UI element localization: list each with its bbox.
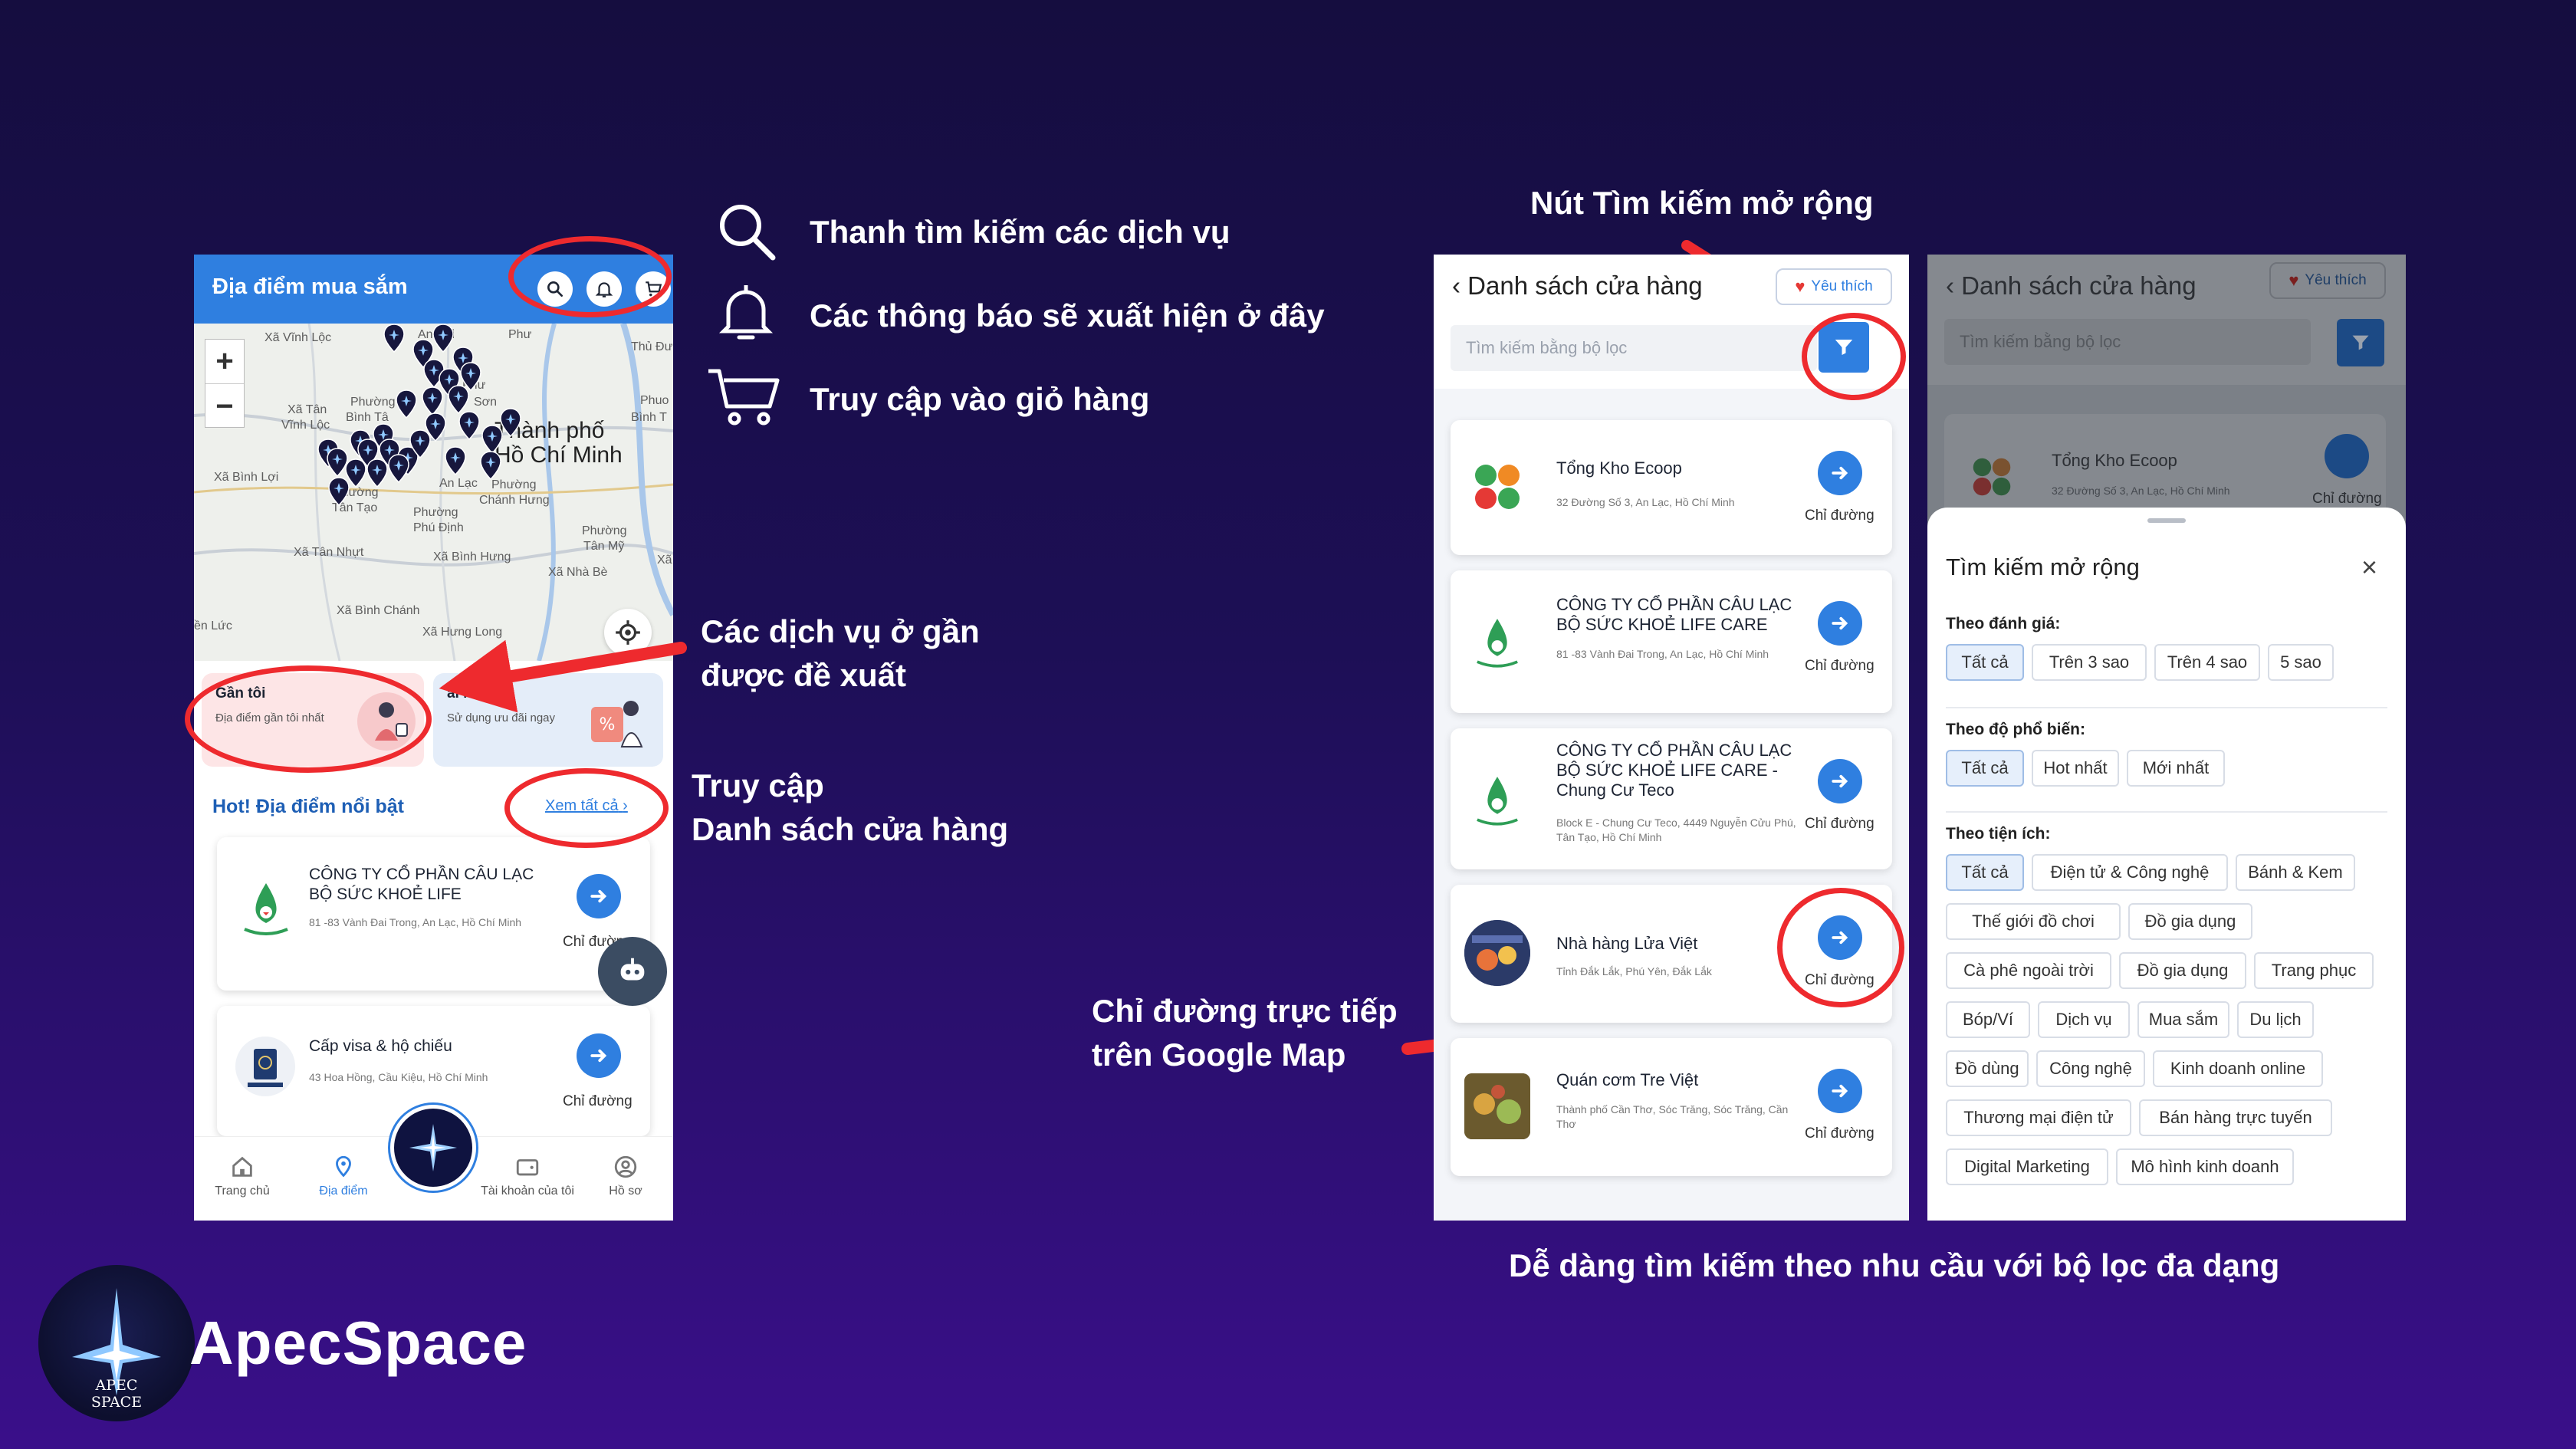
divider	[1946, 707, 2387, 708]
filter-chip[interactable]: Dịch vụ	[2038, 1001, 2130, 1038]
store-name: CÔNG TY CỔ PHẦN CÂU LẠC BỘ SỨC KHOẺ LIFE…	[1556, 595, 1792, 634]
filter-chip[interactable]: Tất cả	[1946, 854, 2024, 891]
back-icon[interactable]: ‹	[1452, 271, 1460, 300]
filter-chip[interactable]: Bánh & Kem	[2236, 854, 2355, 891]
amenity-section-label: Theo tiện ích:	[1946, 825, 2051, 843]
popularity-section-label: Theo độ phổ biến:	[1946, 721, 2085, 738]
directions-button[interactable]	[1818, 759, 1862, 803]
filter-chip[interactable]: Hot nhất	[2032, 750, 2119, 787]
store-name: Quán cơm Tre Việt	[1556, 1070, 1699, 1089]
store-address: 32 Đường Số 3, An Lạc, Hồ Chí Minh	[1556, 496, 1735, 508]
store-logo	[1464, 609, 1530, 675]
filter-chip[interactable]: Tất cả	[1946, 750, 2024, 787]
heart-icon: ♥	[2288, 271, 2299, 290]
directions-button[interactable]	[1818, 451, 1862, 495]
store-list-screen: ‹ Danh sách cửa hàng ♥ Yêu thích Tìm kiế…	[1434, 255, 1909, 1221]
store-name: Nhà hàng Lửa Việt	[1556, 934, 1698, 953]
directions-label: Chỉ đường	[1805, 816, 1875, 832]
brand-name: ApecSpace	[189, 1309, 527, 1377]
directions-button[interactable]	[1818, 1069, 1862, 1113]
back-icon: ‹	[1946, 271, 1954, 300]
store-address: Thành phố Cần Thơ, Sóc Trăng, Sóc Trăng,…	[1556, 1103, 1789, 1130]
heart-icon: ♥	[1795, 277, 1806, 296]
store-card[interactable]: CÔNG TY CỔ PHẦN CÂU LẠC BỘ SỨC KHOẺ LIFE…	[1451, 728, 1892, 869]
filter-chip[interactable]: Trên 3 sao	[2032, 644, 2147, 681]
store-card[interactable]: Quán cơm Tre Việt Thành phố Cần Thơ, Sóc…	[1451, 1038, 1892, 1176]
store-name: Tổng Kho Ecoop	[2052, 451, 2177, 470]
filter-chip[interactable]: 5 sao	[2268, 644, 2334, 681]
store-logo	[1464, 454, 1530, 520]
filter-chip[interactable]: Thương mại điện tử	[1946, 1099, 2131, 1136]
filter-chip[interactable]: Đồ dùng	[1946, 1050, 2029, 1087]
apecspace-logo: APEC SPACE	[38, 1265, 195, 1421]
filter-chip[interactable]: Thế giới đồ chơi	[1946, 903, 2121, 940]
filter-chip[interactable]: Công nghệ	[2036, 1050, 2145, 1087]
store-address: 32 Đường Số 3, An Lạc, Hồ Chí Minh	[2052, 485, 2230, 497]
restaurant-photo	[1464, 920, 1530, 986]
rating-section-label: Theo đánh giá:	[1946, 615, 2061, 632]
store-logo	[1464, 920, 1530, 986]
filter-chip[interactable]: Điện tử & Công nghệ	[2032, 854, 2228, 891]
filter-search-input: Tìm kiếm bằng bộ lọc	[1944, 319, 2311, 365]
store-name: CÔNG TY CỔ PHẦN CÂU LẠC BỘ SỨC KHOẺ LIFE…	[1556, 741, 1792, 800]
page-title: ‹ Danh sách cửa hàng	[1452, 271, 1703, 300]
favorite-button[interactable]: ♥ Yêu thích	[1776, 268, 1892, 305]
highlight-filter-button	[1802, 313, 1906, 400]
filter-chip[interactable]: Mua sắm	[2137, 1001, 2229, 1038]
store-address: Block E - Chung Cư Teco, 4449 Nguyễn Cửu…	[1556, 816, 1796, 843]
highlight-directions-button	[1777, 888, 1904, 1007]
arrow-right-icon	[1832, 1084, 1848, 1098]
arrow-right-icon	[1832, 466, 1848, 480]
arrow-right-icon	[1832, 774, 1848, 788]
divider	[1946, 811, 2387, 813]
filter-chip[interactable]: Digital Marketing	[1946, 1148, 2108, 1185]
store-logo	[1464, 1073, 1530, 1139]
store-card[interactable]: CÔNG TY CỔ PHẦN CÂU LẠC BỘ SỨC KHOẺ LIFE…	[1451, 570, 1892, 713]
dimmed-header: ‹ Danh sách cửa hàng ♥ Yêu thích Tìm kiế…	[1927, 255, 2406, 385]
arrow-right-icon	[1832, 616, 1848, 630]
favorite-button: ♥ Yêu thích	[2269, 262, 2386, 299]
filter-chip[interactable]: Cà phê ngoài trời	[1946, 952, 2111, 989]
directions-label: Chỉ đường	[1805, 508, 1875, 524]
lifecare-logo-icon	[1477, 777, 1518, 826]
directions-label: Chỉ đường	[1805, 658, 1875, 674]
filter-chip[interactable]: Trang phục	[2254, 952, 2374, 989]
directions-button[interactable]	[1818, 601, 1862, 646]
filter-chip[interactable]: Đồ gia dụng	[2119, 952, 2246, 989]
filter-chip[interactable]: Đồ gia dụng	[2128, 903, 2252, 940]
sheet-title: Tìm kiếm mở rộng	[1946, 554, 2140, 580]
filter-search-input[interactable]: Tìm kiếm bằng bộ lọc	[1451, 325, 1817, 371]
close-icon[interactable]: ×	[2361, 554, 2377, 581]
filter-chip[interactable]: Bóp/Ví	[1946, 1001, 2030, 1038]
filter-chip[interactable]: Tất cả	[1946, 644, 2024, 681]
store-address: 81 -83 Vành Đai Trong, An Lạc, Hồ Chí Mi…	[1556, 648, 1769, 660]
lifecare-logo-icon	[1477, 619, 1518, 668]
filter-chip[interactable]: Du lịch	[2237, 1001, 2314, 1038]
logo-text: APEC SPACE	[90, 1377, 143, 1411]
store-logo	[1464, 767, 1530, 833]
store-address: Tỉnh Đắk Lắk, Phú Yên, Đắk Lắk	[1556, 965, 1712, 978]
directions-button	[2325, 434, 2369, 478]
expanded-search-sheet: Tìm kiếm mở rộng × Theo đánh giá: Tất cả…	[1927, 508, 2406, 1221]
filter-chip[interactable]: Kinh doanh online	[2153, 1050, 2323, 1087]
filter-button	[2337, 319, 2384, 366]
ecoop-logo-icon	[1475, 465, 1520, 509]
ecoop-logo-icon	[1973, 458, 2011, 496]
store-card[interactable]: Tổng Kho Ecoop 32 Đường Số 3, An Lạc, Hồ…	[1451, 420, 1892, 555]
food-photo	[1464, 1073, 1530, 1139]
store-logo	[1964, 449, 2019, 508]
directions-label: Chỉ đường	[1805, 1125, 1875, 1142]
filter-chip[interactable]: Mới nhất	[2127, 750, 2225, 787]
funnel-icon	[2352, 335, 2369, 350]
filter-chip[interactable]: Bán hàng trực tuyến	[2139, 1099, 2332, 1136]
sheet-handle[interactable]	[2147, 518, 2186, 523]
expanded-search-screen: ‹ Danh sách cửa hàng ♥ Yêu thích Tìm kiế…	[1927, 255, 2406, 1221]
page-title: ‹ Danh sách cửa hàng	[1946, 271, 2196, 300]
filter-chip[interactable]: Mô hình kinh doanh	[2116, 1148, 2294, 1185]
filter-chip[interactable]: Trên 4 sao	[2154, 644, 2260, 681]
store-name: Tổng Kho Ecoop	[1556, 458, 1682, 478]
directions-label: Chỉ đường	[2312, 491, 2382, 507]
